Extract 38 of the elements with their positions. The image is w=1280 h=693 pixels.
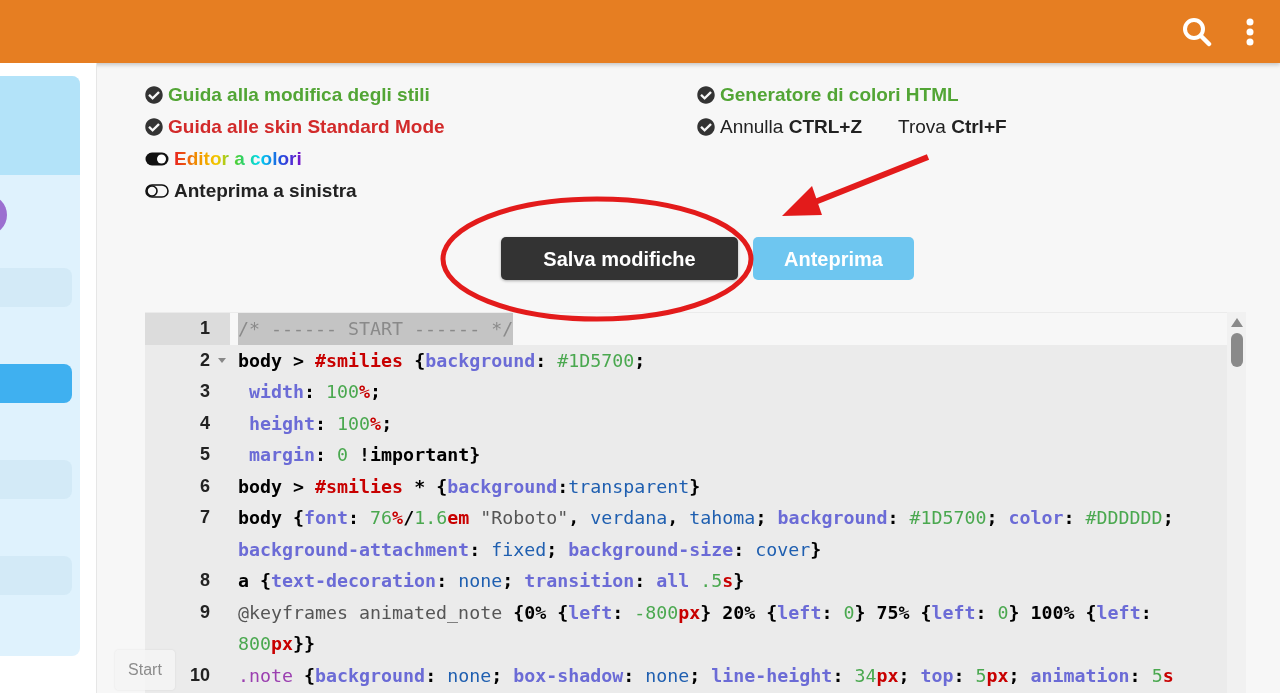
toggle-icon[interactable] (145, 184, 169, 198)
code-line: a {text-decoration: none; transition: all .5s} (238, 569, 746, 593)
shortcut-hint: Annulla CTRL+Z (720, 114, 863, 139)
scroll-up-icon[interactable] (1230, 318, 1243, 327)
line-number: 10 (189, 663, 210, 687)
line-number: 1 (200, 317, 210, 340)
guide-link[interactable]: Guida alla modifica degli stili (168, 80, 430, 110)
fold-down-icon[interactable] (218, 356, 226, 365)
code-line: width: 100%; (248, 380, 383, 404)
line-number: 2 (200, 348, 210, 372)
check-icon (145, 118, 163, 136)
start-button[interactable]: Start (115, 650, 175, 690)
code-line: height: 100%; (248, 411, 394, 436)
line-number: 8 (200, 569, 210, 592)
code-line: .note {background: none; box-shadow: none; line-height: 34px; top: 5px; animation: 5s (238, 663, 1175, 688)
scrollbar-thumb[interactable] (1230, 333, 1243, 367)
code-line: @keyframes animated_note {0% {left: -800px} 20% {left: 0} 75% {left: 0} 100% {left: 800px}} (238, 600, 1153, 656)
preview-button[interactable]: Anteprima (753, 237, 914, 280)
line-number: 3 (200, 380, 210, 403)
toggle-label[interactable]: Anteprima a sinistra (174, 176, 357, 206)
save-button[interactable]: Salva modifiche (501, 237, 738, 280)
line-number: 7 (200, 506, 210, 529)
check-icon (697, 118, 715, 136)
code-line: body > #smilies {background: #1D5700; (238, 348, 647, 373)
check-icon (145, 86, 163, 104)
toggle-icon[interactable] (145, 152, 169, 166)
line-number: 6 (200, 474, 210, 498)
code-line: body > #smilies * {background:transparent} (238, 474, 702, 499)
line-number: 4 (200, 411, 210, 435)
shortcut-hint: Trova Ctrl+F (898, 114, 1007, 139)
check-icon (697, 86, 715, 104)
guide-link[interactable]: Generatore di colori HTML (720, 80, 959, 110)
guide-link[interactable]: Guida alle skin Standard Mode (168, 112, 445, 142)
code-line: margin: 0 !important} (248, 443, 482, 467)
line-number: 9 (200, 600, 210, 624)
line-number: 5 (200, 443, 210, 466)
search-icon[interactable] (1182, 16, 1212, 47)
menu-icon[interactable] (1246, 17, 1254, 46)
